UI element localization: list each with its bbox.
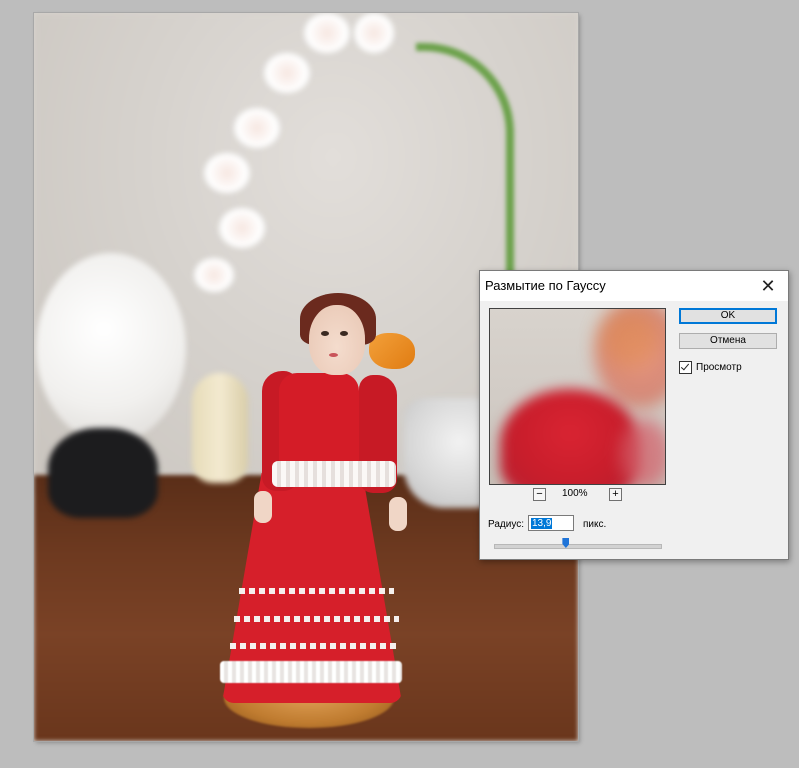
orchid-flower <box>219 208 265 248</box>
doll-hand-left <box>254 491 272 523</box>
vase <box>192 373 248 483</box>
zoom-value: 100% <box>562 488 588 499</box>
cancel-button[interactable]: Отмена <box>679 333 777 349</box>
radius-value[interactable]: 13,9 <box>531 518 553 529</box>
hair-bow <box>369 333 415 369</box>
preview-label: Просмотр <box>696 361 742 373</box>
orchid-flower <box>264 53 310 93</box>
gaussian-blur-dialog: Размытие по Гауссу ✕ − 100% + OK Отмена … <box>479 270 789 560</box>
preview-checkbox[interactable] <box>679 360 692 374</box>
blur-preview[interactable] <box>489 308 666 485</box>
skirt-hem-lace <box>220 661 402 683</box>
orchid-flower <box>204 153 250 193</box>
zoom-controls: − 100% + <box>533 488 623 502</box>
dialog-title: Размытие по Гауссу <box>485 278 606 293</box>
skirt-lace <box>239 588 394 594</box>
ok-button[interactable]: OK <box>679 308 777 324</box>
radius-slider-track[interactable] <box>494 544 662 549</box>
lamp-base <box>48 428 158 518</box>
close-icon: ✕ <box>760 275 776 296</box>
doll-eye <box>340 331 348 336</box>
close-button[interactable]: ✕ <box>748 271 788 301</box>
radius-label: Радиус: <box>488 519 524 530</box>
orchid-flower <box>234 108 280 148</box>
workspace: Размытие по Гауссу ✕ − 100% + OK Отмена … <box>0 0 799 768</box>
skirt-lace <box>230 643 400 649</box>
dialog-titlebar[interactable]: Размытие по Гауссу ✕ <box>480 271 788 301</box>
zoom-in-button[interactable]: + <box>609 488 622 501</box>
lamp-shade <box>36 253 186 443</box>
preview-orange-blob <box>600 309 660 369</box>
doll-hand-right <box>389 497 407 531</box>
preview-toggle[interactable]: Просмотр <box>679 360 742 374</box>
orchid-flower <box>304 13 350 53</box>
orchid-flower <box>194 258 234 292</box>
doll-mouth <box>329 353 338 357</box>
waist-lace <box>272 461 396 487</box>
orchid-flower <box>354 13 394 53</box>
skirt-lace <box>234 616 399 622</box>
zoom-out-button[interactable]: − <box>533 488 546 501</box>
radius-unit: пикс. <box>583 519 607 530</box>
doll-eye <box>321 331 329 336</box>
doll-head <box>309 305 365 375</box>
preview-pink-blob <box>620 419 665 484</box>
